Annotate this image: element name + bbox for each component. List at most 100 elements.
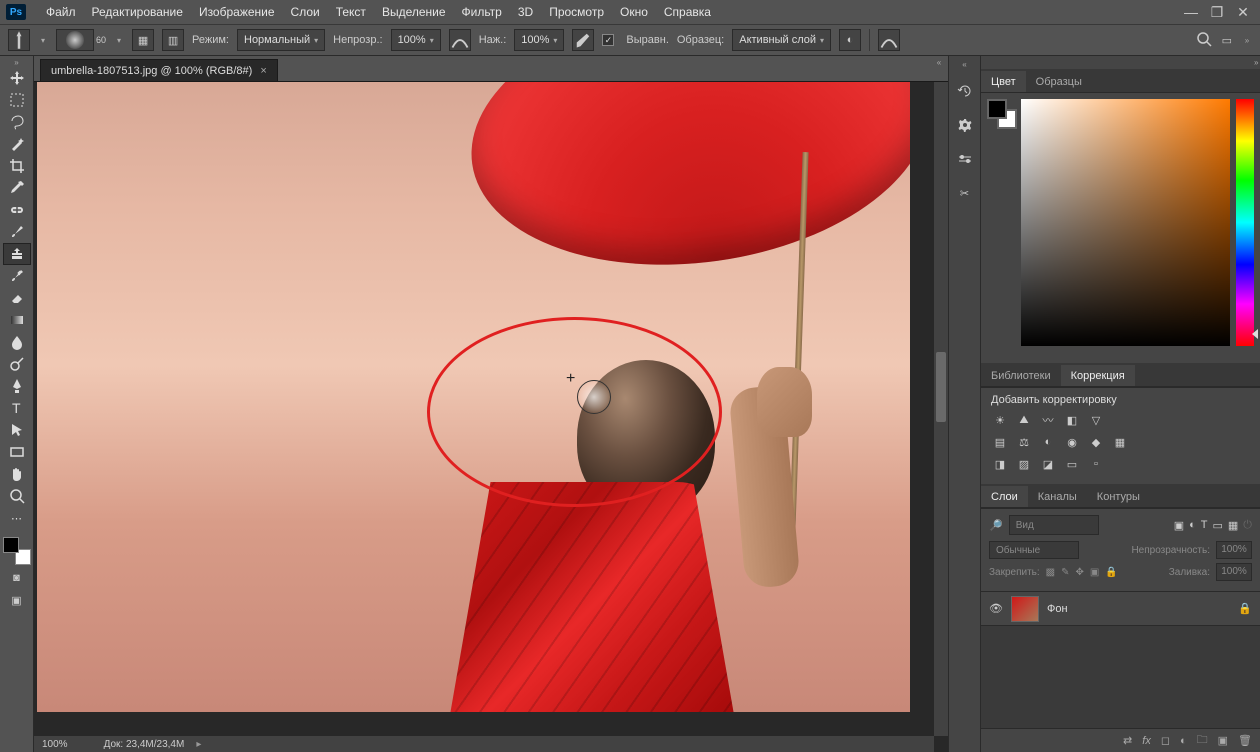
window-close-icon[interactable]: ✕ [1236, 5, 1250, 19]
layer-style-icon[interactable]: fx [1142, 735, 1151, 747]
close-tab-icon[interactable]: × [260, 65, 266, 77]
hue-slider[interactable] [1236, 99, 1254, 346]
properties-panel-icon[interactable] [953, 113, 977, 137]
levels-icon[interactable]: ⛰ [1015, 412, 1033, 428]
pressure-opacity-icon[interactable] [449, 29, 471, 51]
tool-preset-icon[interactable] [8, 29, 30, 51]
new-adjustment-icon[interactable]: ◐ [1180, 735, 1187, 747]
pressure-size-icon[interactable] [878, 29, 900, 51]
lasso-tool[interactable] [3, 111, 31, 133]
crop-tool[interactable] [3, 155, 31, 177]
hue-icon[interactable]: ▤ [991, 434, 1009, 450]
menu-text[interactable]: Текст [328, 5, 374, 19]
window-minimize-icon[interactable]: — [1184, 5, 1198, 19]
invert-icon[interactable]: ◨ [991, 456, 1009, 472]
marquee-tool[interactable] [3, 89, 31, 111]
move-tool[interactable] [3, 67, 31, 89]
layer-item[interactable]: 👁 Фон 🔒 [981, 592, 1260, 626]
clone-source-icon[interactable]: ▥ [162, 29, 184, 51]
brush-panel-icon[interactable]: ▦ [132, 29, 154, 51]
toolbar-collapse-icon[interactable]: » [12, 58, 22, 67]
brush-tool[interactable] [3, 221, 31, 243]
threshold-icon[interactable]: ◪ [1039, 456, 1057, 472]
libraries-tab[interactable]: Библиотеки [981, 365, 1061, 386]
lock-artboard-icon[interactable]: ▣ [1090, 567, 1099, 578]
screen-mode-icon[interactable]: ▣ [3, 591, 31, 609]
airbrush-icon[interactable] [572, 29, 594, 51]
zoom-tool[interactable] [3, 485, 31, 507]
menu-layers[interactable]: Слои [283, 5, 328, 19]
eraser-tool[interactable] [3, 287, 31, 309]
menu-help[interactable]: Справка [656, 5, 719, 19]
status-flyout-icon[interactable]: ▸ [190, 739, 207, 750]
color-balance-icon[interactable]: ⚖ [1015, 434, 1033, 450]
healing-brush-tool[interactable] [3, 199, 31, 221]
curves-icon[interactable]: 〰 [1039, 412, 1057, 428]
flow-dropdown[interactable]: 100% [514, 29, 564, 51]
clone-stamp-tool[interactable] [3, 243, 31, 265]
blend-mode-select[interactable]: Обычные [989, 541, 1079, 559]
color-tab[interactable]: Цвет [981, 71, 1026, 92]
type-tool[interactable]: T [3, 397, 31, 419]
vibrance-icon[interactable]: ▽ [1087, 412, 1105, 428]
sample-dropdown[interactable]: Активный слой [732, 29, 831, 51]
selective-color-icon[interactable]: ▫ [1087, 456, 1105, 472]
brush-preset[interactable] [56, 29, 94, 51]
opacity-dropdown[interactable]: 100% [391, 29, 441, 51]
brightness-icon[interactable]: ☀ [991, 412, 1009, 428]
zoom-level[interactable]: 100% [42, 739, 68, 750]
menu-edit[interactable]: Редактирование [84, 5, 191, 19]
align-checkbox[interactable]: ✓ [602, 34, 614, 46]
layers-tab[interactable]: Слои [981, 486, 1028, 507]
fg-bg-swatch[interactable] [987, 99, 1017, 129]
color-field[interactable] [1021, 99, 1230, 346]
paragraph-panel-icon[interactable]: ✂ [953, 181, 977, 205]
eyedropper-tool[interactable] [3, 177, 31, 199]
paths-tab[interactable]: Контуры [1087, 486, 1150, 507]
document-tab[interactable]: umbrella-1807513.jpg @ 100% (RGB/8#) × [40, 59, 278, 81]
hue-slider-thumb[interactable] [1252, 329, 1258, 339]
window-restore-icon[interactable]: ❐ [1210, 5, 1224, 19]
new-group-icon[interactable]: 🗀 [1197, 731, 1208, 750]
menu-file[interactable]: Файл [38, 5, 84, 19]
search-icon[interactable] [1196, 31, 1212, 50]
adjustments-tab[interactable]: Коррекция [1061, 365, 1135, 386]
history-brush-tool[interactable] [3, 265, 31, 287]
rectangle-tool[interactable] [3, 441, 31, 463]
expand-bar-icon[interactable]: » [1242, 36, 1252, 45]
lock-pixels-icon[interactable]: ✎ [1061, 567, 1069, 578]
delete-layer-icon[interactable]: 🗑 [1238, 734, 1252, 747]
filter-type-icon[interactable]: T [1201, 519, 1208, 532]
character-panel-icon[interactable] [953, 147, 977, 171]
layer-filter-kind[interactable]: Вид [1009, 515, 1099, 535]
doc-size[interactable]: Док: 23,4M/23,4M [74, 739, 185, 750]
exposure-icon[interactable]: ◧ [1063, 412, 1081, 428]
menu-view[interactable]: Просмотр [541, 5, 612, 19]
visibility-icon[interactable]: 👁 [989, 602, 1003, 615]
layer-mask-icon[interactable]: ◻ [1161, 734, 1170, 747]
brush-dropdown[interactable]: ▾ [114, 36, 124, 45]
menu-filter[interactable]: Фильтр [454, 5, 510, 19]
channels-tab[interactable]: Каналы [1028, 486, 1087, 507]
filter-shape-icon[interactable]: ▭ [1212, 519, 1222, 532]
filter-toggle-icon[interactable]: ⏻ [1243, 519, 1252, 532]
layer-opacity[interactable]: 100% [1216, 541, 1252, 559]
edit-toolbar-icon[interactable]: ⋯ [3, 507, 31, 529]
hand-tool[interactable] [3, 463, 31, 485]
photo-filter-icon[interactable]: ◉ [1063, 434, 1081, 450]
menu-image[interactable]: Изображение [191, 5, 283, 19]
menu-select[interactable]: Выделение [374, 5, 454, 19]
swatches-tab[interactable]: Образцы [1026, 71, 1092, 92]
vertical-scrollbar[interactable] [934, 82, 948, 736]
blend-mode-dropdown[interactable]: Нормальный [237, 29, 325, 51]
gradient-tool[interactable] [3, 309, 31, 331]
filter-pixel-icon[interactable]: ▣ [1174, 519, 1184, 532]
workspace-switcher-icon[interactable]: ▭ [1222, 34, 1232, 47]
posterize-icon[interactable]: ▨ [1015, 456, 1033, 472]
blur-tool[interactable] [3, 331, 31, 353]
gradient-map-icon[interactable]: ▭ [1063, 456, 1081, 472]
lock-position-icon[interactable]: ✥ [1076, 567, 1084, 578]
new-layer-icon[interactable]: ▣ [1218, 734, 1228, 747]
menu-3d[interactable]: 3D [510, 5, 541, 19]
doc-expand-icon[interactable]: « [934, 58, 944, 67]
